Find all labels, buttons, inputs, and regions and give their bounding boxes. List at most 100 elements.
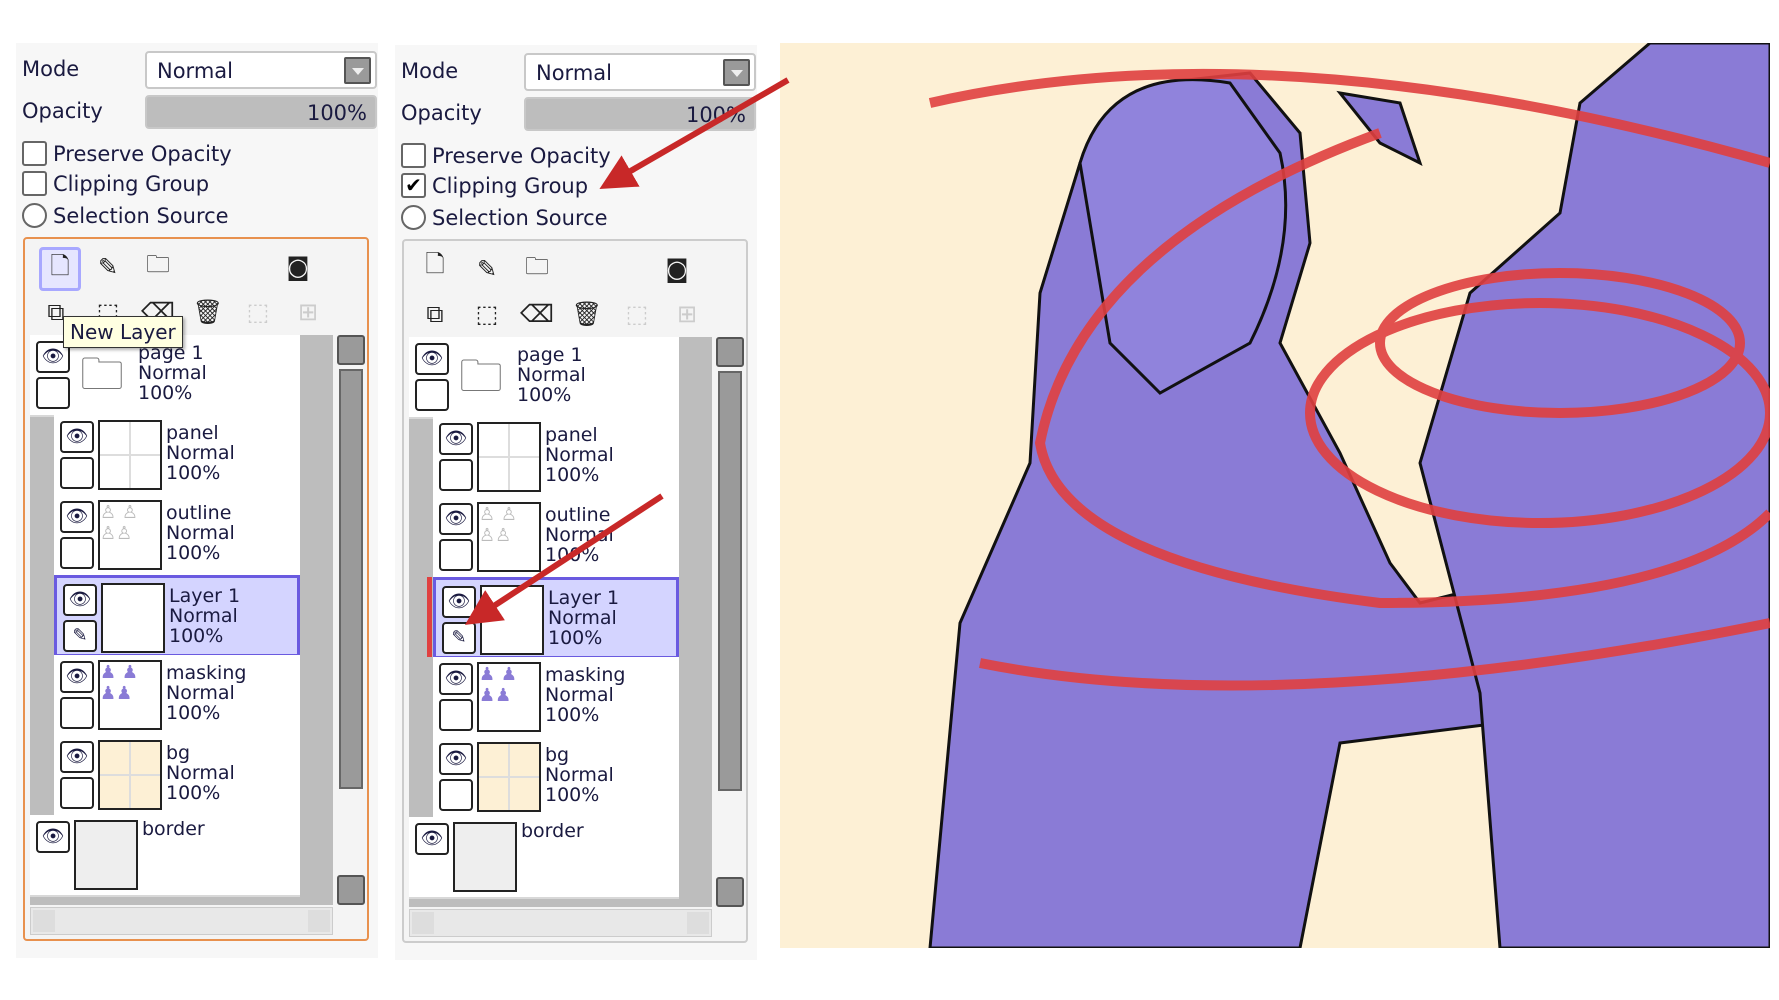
checkbox-box[interactable] xyxy=(401,143,426,168)
new-linework-layer-icon[interactable]: ✎ xyxy=(470,251,504,287)
layer-mode: Normal xyxy=(166,762,235,784)
eye-icon[interactable]: 👁 xyxy=(60,501,94,533)
new-folder-icon[interactable]: 🗀 xyxy=(520,251,554,287)
scroll-left-button[interactable] xyxy=(412,912,434,934)
layer-name: bg xyxy=(545,744,570,766)
eye-icon[interactable]: 👁 xyxy=(60,661,94,693)
disabled-merge-icon[interactable]: ⬚ xyxy=(241,294,275,330)
eye-icon[interactable]: 👁 xyxy=(60,421,94,453)
selection-to-layer-icon[interactable]: ⬚ xyxy=(470,296,504,332)
mode-select[interactable]: Normal xyxy=(145,51,377,89)
checkbox-box[interactable] xyxy=(22,203,47,228)
opacity-slider[interactable]: 100% xyxy=(524,97,756,131)
scroll-up-button[interactable] xyxy=(716,337,744,367)
layer-row-Layer-1[interactable]: 👁 ✎ Layer 1 Normal 100% xyxy=(433,577,679,659)
lock-toggle[interactable] xyxy=(60,457,94,489)
drawing-canvas[interactable] xyxy=(780,43,1770,948)
lock-toggle[interactable] xyxy=(439,779,473,811)
mode-select[interactable]: Normal xyxy=(524,53,756,91)
delete-layer-icon[interactable]: 🗑 xyxy=(570,296,604,332)
mode-label: Mode xyxy=(401,59,459,83)
disabled-add-mask-icon[interactable]: ⊞ xyxy=(291,294,325,330)
layer-row-outline[interactable]: 👁 ♙ ♙ ♙♙ outline Normal 100% xyxy=(433,497,679,579)
preserve-opacity-checkbox[interactable]: Preserve Opacity xyxy=(401,143,611,168)
layer-row-Layer-1[interactable]: 👁 ✎ Layer 1 Normal 100% xyxy=(54,575,300,657)
lock-toggle[interactable] xyxy=(60,777,94,809)
new-layer-icon[interactable]: 🗋 xyxy=(39,247,81,291)
disabled-add-mask-icon[interactable]: ⊞ xyxy=(670,296,704,332)
chevron-down-icon[interactable] xyxy=(723,59,750,86)
lock-toggle[interactable] xyxy=(415,379,449,411)
lock-toggle[interactable] xyxy=(439,699,473,731)
layer-opacity: 100% xyxy=(545,544,600,566)
vertical-scrollbar[interactable] xyxy=(716,337,746,907)
layer-row-masking[interactable]: 👁 ♟ ♟ ♟♟ masking Normal 100% xyxy=(433,657,679,739)
pen-icon[interactable]: ✎ xyxy=(442,622,476,654)
clipping-group-checkbox[interactable]: ✔ Clipping Group xyxy=(401,173,588,198)
layer-row-panel[interactable]: 👁 panel Normal 100% xyxy=(433,417,679,499)
lock-toggle[interactable] xyxy=(60,697,94,729)
eye-icon[interactable]: 👁 xyxy=(442,586,476,618)
layer-list: 👁 🗀 page 1 Normal 100% 👁 panel Normal 100% 👁 ♙ ♙ ♙… xyxy=(409,337,712,907)
new-folder-icon[interactable]: 🗀 xyxy=(141,249,175,285)
layer-row-border[interactable]: 👁 border xyxy=(30,815,300,897)
eye-icon[interactable]: 👁 xyxy=(60,741,94,773)
scroll-right-button[interactable] xyxy=(687,912,709,934)
lock-toggle[interactable] xyxy=(36,377,70,409)
eye-icon[interactable]: 👁 xyxy=(415,823,449,855)
chevron-down-icon[interactable] xyxy=(344,57,371,84)
eye-icon[interactable]: 👁 xyxy=(439,423,473,455)
eye-icon[interactable]: 👁 xyxy=(415,343,449,375)
vertical-scrollbar[interactable] xyxy=(337,335,367,905)
layer-name: masking xyxy=(545,664,626,686)
scroll-thumb[interactable] xyxy=(718,371,742,791)
layer-name: page 1 xyxy=(517,344,583,366)
checkmark-icon[interactable]: ✔ xyxy=(401,173,426,198)
clipping-group-checkbox[interactable]: Clipping Group xyxy=(22,171,209,196)
scroll-up-button[interactable] xyxy=(337,335,365,365)
disabled-merge-icon[interactable]: ⬚ xyxy=(620,296,654,332)
layer-row-masking[interactable]: 👁 ♟ ♟ ♟♟ masking Normal 100% xyxy=(54,655,300,737)
layer-info: Layer 1 Normal 100% xyxy=(169,586,240,646)
eye-icon[interactable]: 👁 xyxy=(439,503,473,535)
new-linework-layer-icon[interactable]: ✎ xyxy=(91,249,125,285)
mask-icon[interactable]: ◙ xyxy=(660,251,694,287)
lock-toggle[interactable] xyxy=(60,537,94,569)
layer-row-panel[interactable]: 👁 panel Normal 100% xyxy=(54,415,300,497)
scroll-left-button[interactable] xyxy=(33,910,55,932)
scroll-down-button[interactable] xyxy=(716,877,744,907)
checkbox-box[interactable] xyxy=(401,205,426,230)
pen-icon[interactable]: ✎ xyxy=(63,620,97,652)
layer-opacity: 100% xyxy=(166,542,221,564)
layer-opacity: 100% xyxy=(545,784,600,806)
scroll-thumb[interactable] xyxy=(339,369,363,789)
preserve-opacity-checkbox[interactable]: Preserve Opacity xyxy=(22,141,232,166)
layer-list: 👁 🗀 page 1 Normal 100% 👁 panel Normal 100% 👁 ♙ ♙ ♙… xyxy=(30,335,333,905)
delete-layer-icon[interactable]: 🗑 xyxy=(191,294,225,330)
lock-toggle[interactable] xyxy=(439,539,473,571)
scroll-right-button[interactable] xyxy=(308,910,330,932)
layer-row-border[interactable]: 👁 border xyxy=(409,817,679,899)
eye-icon[interactable]: 👁 xyxy=(63,584,97,616)
layer-row-outline[interactable]: 👁 ♙ ♙ ♙♙ outline Normal 100% xyxy=(54,495,300,577)
mask-icon[interactable]: ◙ xyxy=(281,249,315,285)
selection-source-radio[interactable]: Selection Source xyxy=(22,203,229,228)
checkbox-box[interactable] xyxy=(22,171,47,196)
eye-icon[interactable]: 👁 xyxy=(439,743,473,775)
lock-toggle[interactable] xyxy=(439,459,473,491)
horizontal-scrollbar[interactable] xyxy=(409,909,712,937)
eye-icon[interactable]: 👁 xyxy=(36,821,70,853)
selection-source-radio[interactable]: Selection Source xyxy=(401,205,608,230)
clear-layer-icon[interactable]: ⌫ xyxy=(520,296,554,332)
opacity-slider[interactable]: 100% xyxy=(145,95,377,129)
layer-row-bg[interactable]: 👁 bg Normal 100% xyxy=(433,737,679,819)
new-layer-from-clip-icon[interactable]: ⧉ xyxy=(418,296,452,332)
eye-icon[interactable]: 👁 xyxy=(439,663,473,695)
checkbox-box[interactable] xyxy=(22,141,47,166)
layer-row-bg[interactable]: 👁 bg Normal 100% xyxy=(54,735,300,817)
scroll-down-button[interactable] xyxy=(337,875,365,905)
horizontal-scrollbar[interactable] xyxy=(30,907,333,935)
new-layer-icon[interactable]: 🗋 xyxy=(418,249,452,285)
layer-name: Layer 1 xyxy=(169,585,241,607)
layer-row-page-1[interactable]: 👁 🗀 page 1 Normal 100% xyxy=(409,337,679,419)
